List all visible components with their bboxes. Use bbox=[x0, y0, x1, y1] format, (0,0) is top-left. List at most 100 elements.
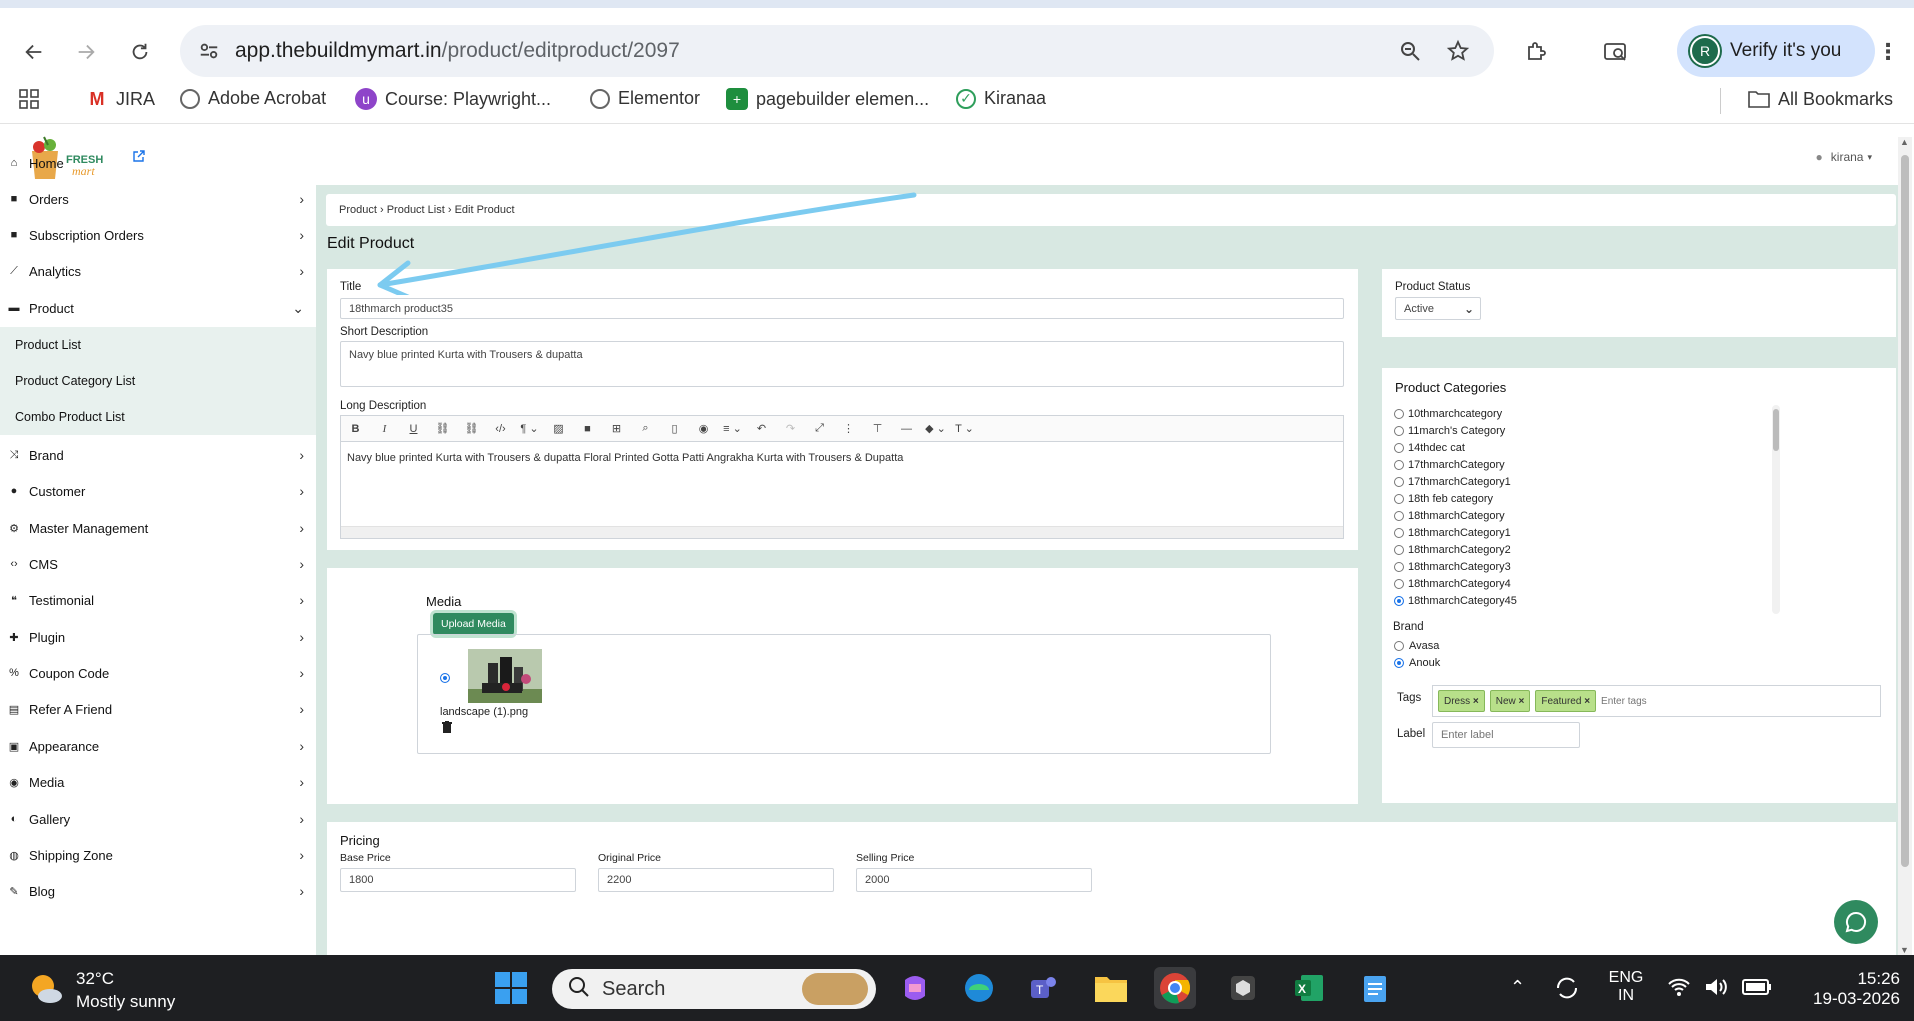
tags-text-input[interactable] bbox=[1601, 695, 1722, 707]
category-radio-0[interactable] bbox=[1394, 409, 1404, 419]
verify-identity-button[interactable]: R Verify it's you bbox=[1677, 25, 1875, 77]
category-radio-10[interactable] bbox=[1394, 579, 1404, 589]
category-radio-5[interactable] bbox=[1394, 494, 1404, 504]
sidebar-item-analytics[interactable]: ⟋ Analytics › bbox=[0, 253, 316, 289]
chevron-up-icon[interactable]: ⌃ bbox=[1510, 977, 1525, 998]
bookmark-jira[interactable]: M JIRA bbox=[86, 88, 156, 110]
bookmark-elementor[interactable]: Elementor bbox=[590, 88, 700, 109]
base-price-input[interactable]: 1800 bbox=[340, 868, 576, 892]
taskbar-search[interactable]: Search bbox=[552, 969, 876, 1009]
sidebar-item-cms[interactable]: ‹› CMS › bbox=[0, 546, 316, 582]
sidebar-item-coupon-code[interactable]: % Coupon Code › bbox=[0, 655, 316, 691]
forward-icon[interactable] bbox=[70, 36, 102, 68]
sidebar-subitem-combo-product-list[interactable]: Combo Product List bbox=[0, 399, 316, 435]
sidebar-item-home[interactable]: ⌂ Home bbox=[0, 145, 316, 181]
page-scrollbar[interactable]: ▲ ▼ bbox=[1898, 137, 1912, 955]
sidebar-item-blog[interactable]: ✎ Blog › bbox=[0, 873, 316, 909]
sidebar-subitem-product-category-list[interactable]: Product Category List bbox=[0, 363, 316, 399]
bookmark-kiranaa[interactable]: ✓ Kiranaa bbox=[956, 88, 1046, 109]
bookmark-adobe-acrobat[interactable]: Adobe Acrobat bbox=[180, 88, 326, 109]
tag-remove-icon[interactable]: × bbox=[1584, 696, 1590, 707]
color-icon[interactable]: ◆ ⌄ bbox=[921, 422, 950, 435]
video-icon[interactable]: ■ bbox=[573, 423, 602, 435]
sidebar-item-gallery[interactable]: ◐ Gallery › bbox=[0, 801, 316, 837]
category-radio-6[interactable] bbox=[1394, 511, 1404, 521]
sidebar-item-plugin[interactable]: ✚ Plugin › bbox=[0, 619, 316, 655]
product-status-select[interactable]: Active ⌄ bbox=[1395, 297, 1481, 320]
windows-start-icon[interactable] bbox=[490, 967, 532, 1009]
fullscreen-icon[interactable]: ⤢ bbox=[805, 422, 834, 435]
sidebar-item-master-management[interactable]: ⚙ Master Management › bbox=[0, 510, 316, 546]
long-description-editor[interactable]: B I U ⛓ ⛓ ‹/› ¶ ⌄ ▨ ■ ⊞ ⌕ ▯ ◉ ≡ ⌄ ↶ ↷ ⤢ bbox=[340, 415, 1344, 539]
text-size-icon[interactable]: T ⌄ bbox=[950, 422, 979, 435]
teams-icon[interactable]: T bbox=[1022, 967, 1064, 1009]
back-icon[interactable] bbox=[18, 36, 50, 68]
language-indicator[interactable]: ENG IN bbox=[1606, 969, 1646, 1005]
sidebar-item-product[interactable]: ▬ Product ⌄ bbox=[0, 290, 316, 326]
file-explorer-icon[interactable] bbox=[1090, 967, 1132, 1009]
volume-icon[interactable] bbox=[1704, 977, 1728, 1002]
brand-radio-avasa[interactable] bbox=[1394, 641, 1404, 651]
browser-menu-icon[interactable]: ⋮ bbox=[1872, 36, 1904, 68]
excel-icon[interactable]: X bbox=[1288, 967, 1330, 1009]
align-icon[interactable]: ≡ ⌄ bbox=[718, 422, 747, 435]
preview-eye-icon[interactable]: ◉ bbox=[689, 422, 718, 435]
table-icon[interactable]: ⊞ bbox=[602, 422, 631, 435]
sidebar-item-shipping-zone[interactable]: ◍ Shipping Zone › bbox=[0, 837, 316, 873]
italic-icon[interactable]: I bbox=[370, 423, 399, 435]
upload-media-button[interactable]: Upload Media bbox=[433, 613, 514, 635]
file-icon[interactable]: ▯ bbox=[660, 422, 689, 435]
sidebar-item-subscription-orders[interactable]: ■ Subscription Orders › bbox=[0, 217, 316, 253]
media-select-radio[interactable] bbox=[440, 673, 450, 683]
unlink-icon[interactable]: ⛓ bbox=[457, 422, 486, 435]
bold-icon[interactable]: B bbox=[341, 423, 370, 435]
horizontal-rule-icon[interactable]: — bbox=[892, 423, 921, 435]
label-input[interactable] bbox=[1432, 722, 1580, 748]
chrome-icon[interactable] bbox=[1154, 967, 1196, 1009]
undo-icon[interactable]: ↶ bbox=[747, 422, 776, 435]
bookmark-pagebuilder[interactable]: + pagebuilder elemen... bbox=[726, 88, 929, 110]
weather-desc[interactable]: Mostly sunny bbox=[76, 992, 175, 1012]
tag-remove-icon[interactable]: × bbox=[1519, 696, 1525, 707]
category-radio-3[interactable] bbox=[1394, 460, 1404, 470]
sidebar-item-customer[interactable]: ● Customer › bbox=[0, 473, 316, 509]
underline-icon[interactable]: U bbox=[399, 423, 428, 435]
user-menu[interactable]: ● kirana ▾ bbox=[1816, 150, 1872, 164]
sidebar-item-refer-a-friend[interactable]: ▤ Refer A Friend › bbox=[0, 691, 316, 727]
edge-icon[interactable] bbox=[958, 967, 1000, 1009]
category-radio-8[interactable] bbox=[1394, 545, 1404, 555]
search-icon[interactable]: ⌕ bbox=[631, 422, 660, 435]
zoom-icon[interactable] bbox=[1398, 39, 1422, 68]
tag-remove-icon[interactable]: × bbox=[1473, 696, 1479, 707]
category-radio-4[interactable] bbox=[1394, 477, 1404, 487]
sidebar-item-media[interactable]: ◉ Media › bbox=[0, 764, 316, 800]
sidebar-item-appearance[interactable]: ▣ Appearance › bbox=[0, 728, 316, 764]
weather-temp[interactable]: 32°C bbox=[76, 969, 114, 989]
all-bookmarks[interactable]: All Bookmarks bbox=[1748, 88, 1893, 110]
weather-sun-icon[interactable] bbox=[26, 969, 64, 1012]
clock[interactable]: 15:26 19-03-2026 bbox=[1790, 969, 1900, 1009]
extensions-icon[interactable] bbox=[1520, 36, 1552, 68]
reload-icon[interactable] bbox=[124, 36, 156, 68]
battery-icon[interactable] bbox=[1742, 979, 1772, 1000]
category-radio-1[interactable] bbox=[1394, 426, 1404, 436]
category-radio-9[interactable] bbox=[1394, 562, 1404, 572]
wifi-icon[interactable] bbox=[1668, 977, 1690, 1002]
media-thumbnail[interactable] bbox=[468, 649, 542, 703]
chat-bubble-icon[interactable] bbox=[1834, 900, 1878, 944]
code-icon[interactable]: ‹/› bbox=[486, 423, 515, 435]
apps-grid-icon[interactable] bbox=[18, 88, 40, 110]
selling-price-input[interactable]: 2000 bbox=[856, 868, 1092, 892]
cast-search-icon[interactable] bbox=[1600, 36, 1632, 68]
copilot-icon[interactable] bbox=[894, 967, 936, 1009]
site-info-icon[interactable] bbox=[198, 40, 220, 67]
sidebar-item-testimonial[interactable]: ❝ Testimonial › bbox=[0, 582, 316, 618]
sync-icon[interactable] bbox=[1552, 973, 1582, 1008]
category-radio-7[interactable] bbox=[1394, 528, 1404, 538]
short-description-textarea[interactable]: Navy blue printed Kurta with Trousers & … bbox=[340, 341, 1344, 387]
original-price-input[interactable]: 2200 bbox=[598, 868, 834, 892]
sidebar-subitem-product-list[interactable]: Product List bbox=[0, 327, 316, 363]
sidebar-item-brand[interactable]: ⤨ Brand › bbox=[0, 437, 316, 473]
paragraph-icon[interactable]: ¶ ⌄ bbox=[515, 422, 544, 435]
bookmark-course-playwright[interactable]: u Course: Playwright... bbox=[355, 88, 551, 110]
